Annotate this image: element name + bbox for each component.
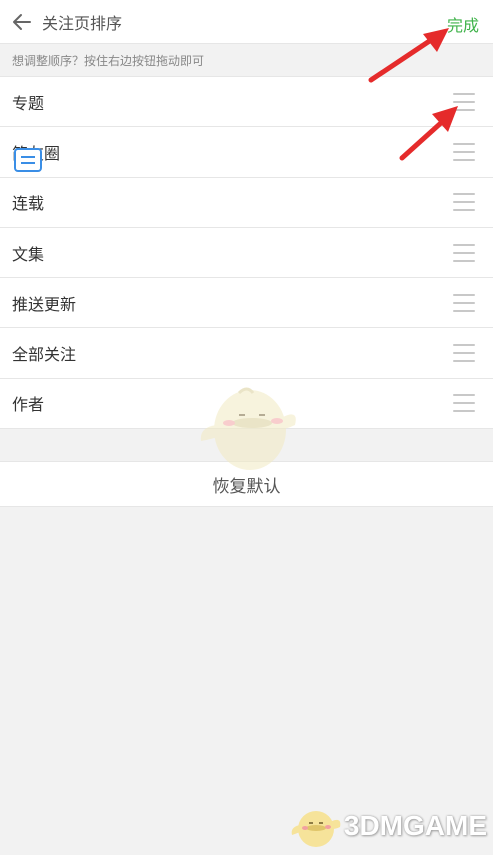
watermark-text: 3DMGAME (343, 810, 487, 841)
list-item-label: 文集 (12, 244, 45, 264)
list-item[interactable]: 文集 (0, 227, 493, 279)
mascot-watermark-icon (200, 387, 296, 470)
drag-handle-icon[interactable] (453, 344, 475, 363)
mascot-logo-icon (291, 811, 341, 847)
list-item-label: 连载 (12, 194, 45, 214)
drag-handle-icon[interactable] (453, 243, 475, 262)
list-item[interactable]: 全部关注 (0, 328, 493, 379)
annotation-arrow-done (368, 28, 449, 83)
watermark: 3DMGAME (288, 803, 487, 849)
list-item-label: 推送更新 (12, 294, 77, 314)
arrow-left-icon (13, 13, 31, 30)
list-item[interactable]: 连载 (0, 177, 493, 228)
drag-handle-icon[interactable] (453, 293, 475, 312)
back-button[interactable] (2, 0, 42, 44)
page-title: 关注页排序 (42, 13, 123, 33)
list-item-label: 专题 (12, 93, 45, 113)
list-item-label: 全部关注 (12, 345, 77, 365)
edit-icon (14, 148, 42, 172)
annotation-arrow-handle (399, 106, 458, 161)
list-item-label: 作者 (12, 395, 45, 415)
list-item[interactable]: 推送更新 (0, 278, 493, 329)
drag-handle-icon[interactable] (453, 193, 475, 212)
drag-handle-icon[interactable] (453, 394, 475, 413)
